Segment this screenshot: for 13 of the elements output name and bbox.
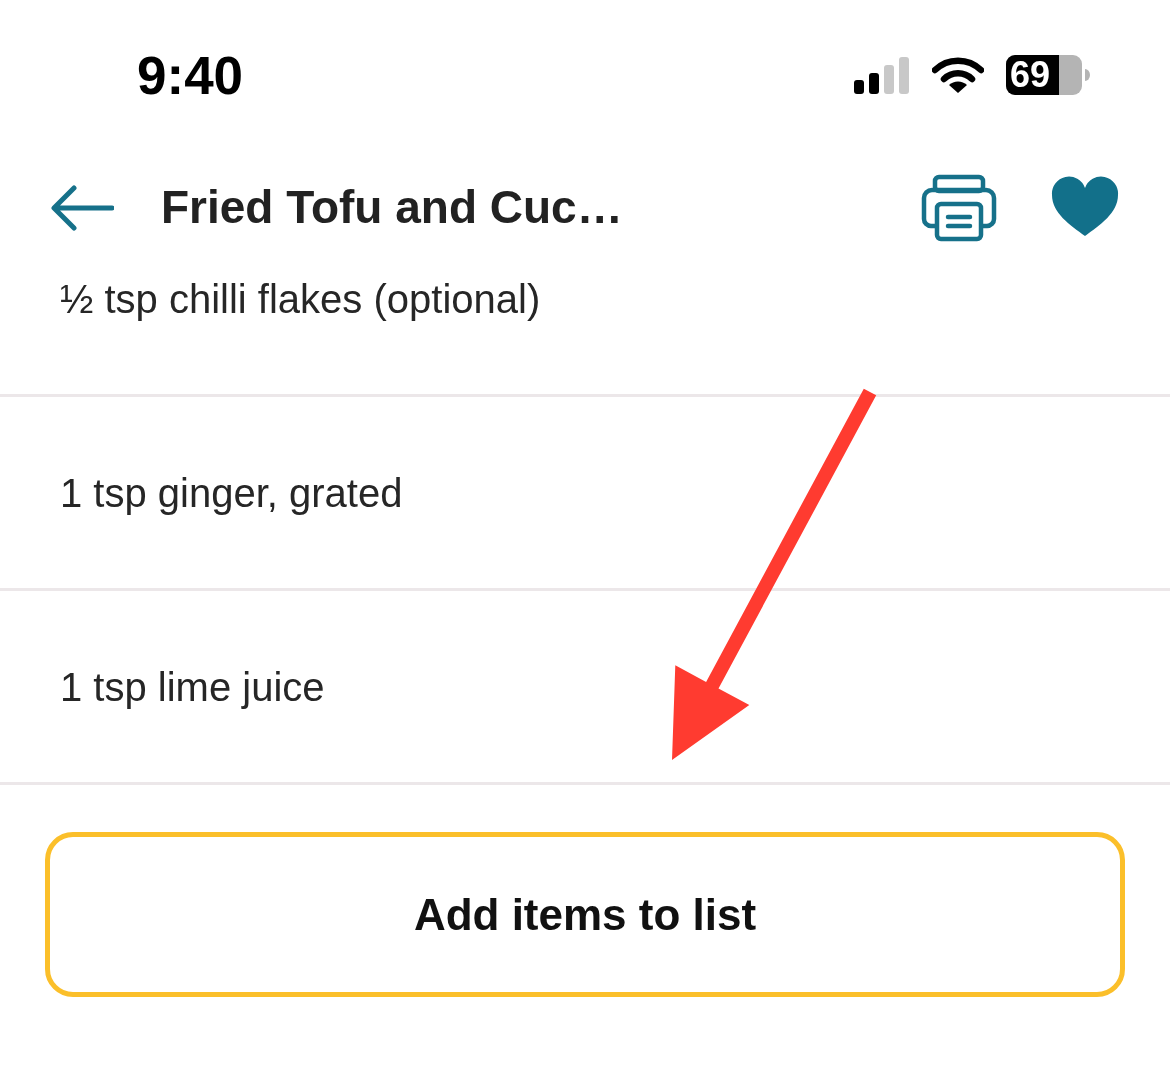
battery-percentage: 69 bbox=[1010, 56, 1051, 94]
add-items-button[interactable]: Add items to list bbox=[45, 832, 1125, 997]
ingredient-item: 1 tsp lime juice bbox=[60, 663, 325, 711]
wifi-icon bbox=[932, 56, 984, 94]
ingredient-item: 1 tsp ginger, grated bbox=[60, 469, 403, 517]
heart-icon[interactable] bbox=[1050, 176, 1120, 239]
ingredient-item: ½ tsp chilli flakes (optional) bbox=[60, 275, 541, 323]
signal-icon bbox=[854, 56, 910, 94]
printer-icon[interactable] bbox=[921, 173, 997, 242]
status-time: 9:40 bbox=[137, 48, 244, 102]
back-arrow-icon[interactable] bbox=[50, 184, 114, 231]
battery-icon bbox=[1006, 55, 1090, 95]
page-title: Fried Tofu and Cuc… bbox=[161, 181, 623, 234]
